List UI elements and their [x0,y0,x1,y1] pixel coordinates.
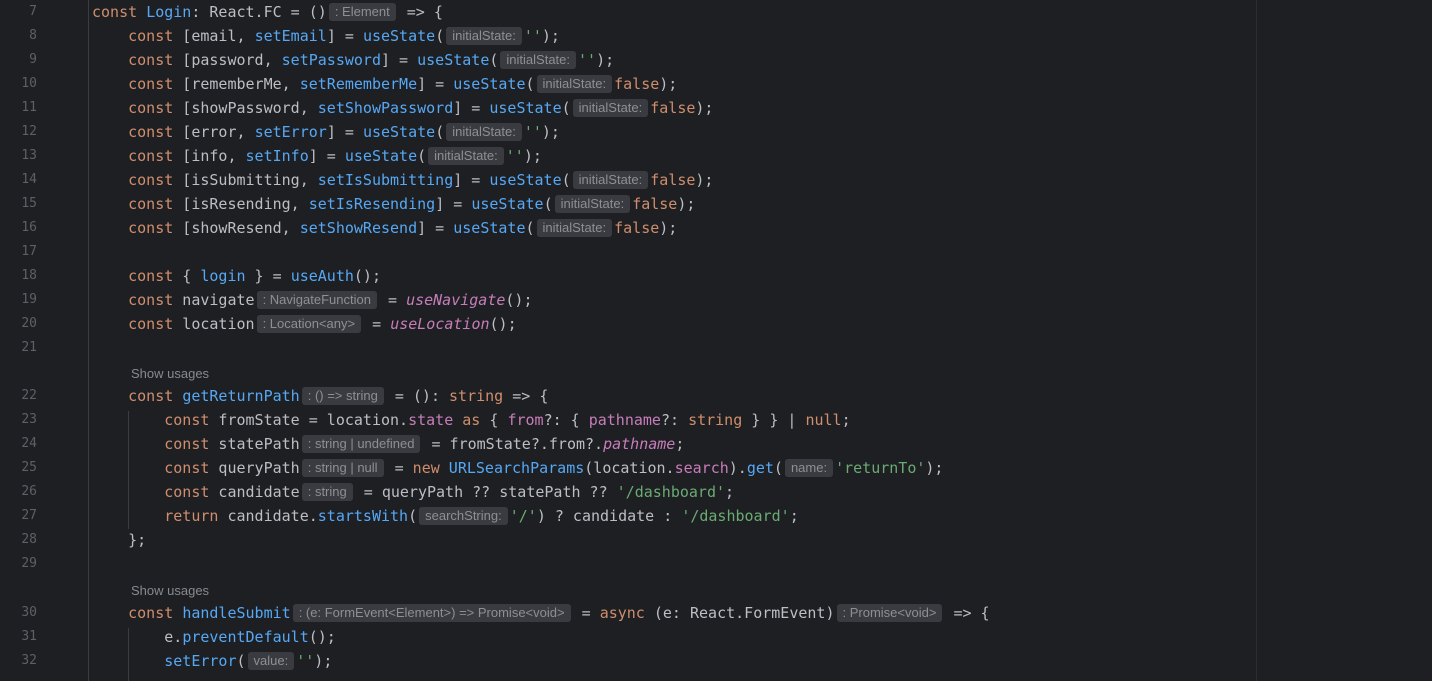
code-line: const [password, setPassword] = useState… [128,51,615,69]
code-line: const Login: React.FC = (): Element => { [92,3,443,21]
inlay-hint: value: [247,652,295,670]
code-line: const getReturnPath: () => string = (): … [128,387,549,405]
code-area[interactable]: const Login: React.FC = (): Element => {… [0,0,1432,681]
inlay-hint: : Promise<void> [836,604,943,622]
inlay-hint: : string | null [301,459,384,477]
inlay-hint: initialState: [428,147,504,165]
code-line: const [rememberMe, setRememberMe] = useS… [128,75,678,93]
code-line: }; [92,531,147,549]
code-line: const [showResend, setShowResend] = useS… [128,219,678,237]
code-line: const navigate: NavigateFunction = useNa… [128,291,533,309]
inlay-hint: : NavigateFunction [256,291,377,309]
inlay-hint: : string [301,483,353,501]
code-line: const location: Location<any> = useLocat… [128,315,517,333]
code-line: const [email, setEmail] = useState(initi… [128,27,560,45]
inlay-hint: name: [784,459,834,477]
code-line: const queryPath: string | null = new URL… [164,459,944,477]
inlay-hint: searchString: [419,507,508,525]
code-line: const fromState = location.state as { fr… [164,411,851,429]
code-line: setError(value: ''); [164,652,333,670]
inlay-hint: initialState: [572,99,649,117]
code-line: const { login } = useAuth(); [128,267,381,285]
inlay-hint: initialState: [536,219,613,237]
code-line: return candidate.startsWith(searchString… [164,507,799,525]
show-usages-link[interactable]: Show usages [131,579,209,603]
code-line: const candidate: string = queryPath ?? s… [164,483,735,501]
inlay-hint: : Location<any> [256,315,362,333]
code-line: e.preventDefault(); [92,628,336,646]
inlay-hint: initialState: [446,123,522,141]
code-line: const [isResending, setIsResending] = us… [128,195,696,213]
inlay-hint: : (e: FormEvent<Element>) => Promise<voi… [292,604,571,622]
inlay-hint: initialState: [536,75,613,93]
code-line: const [isSubmitting, setIsSubmitting] = … [128,171,714,189]
code-line: const handleSubmit: (e: FormEvent<Elemen… [128,604,990,622]
code-line: const statePath: string | undefined = fr… [164,435,685,453]
code-line: const [error, setError] = useState(initi… [128,123,560,141]
inlay-hint: initialState: [500,51,576,69]
inlay-hint: : string | undefined [301,435,421,453]
inlay-hint: initialState: [446,27,522,45]
code-editor[interactable]: 7 8 9 10 11 12 13 14 15 16 17 18 19 20 2… [0,0,1432,681]
code-line: const [showPassword, setShowPassword] = … [128,99,714,117]
inlay-hint: initialState: [554,195,631,213]
show-usages-link[interactable]: Show usages [131,362,209,386]
inlay-hint: initialState: [572,171,649,189]
inlay-hint: : () => string [301,387,384,405]
inlay-hint: : Element [328,3,396,21]
code-line: const [info, setInfo] = useState(initial… [128,147,542,165]
